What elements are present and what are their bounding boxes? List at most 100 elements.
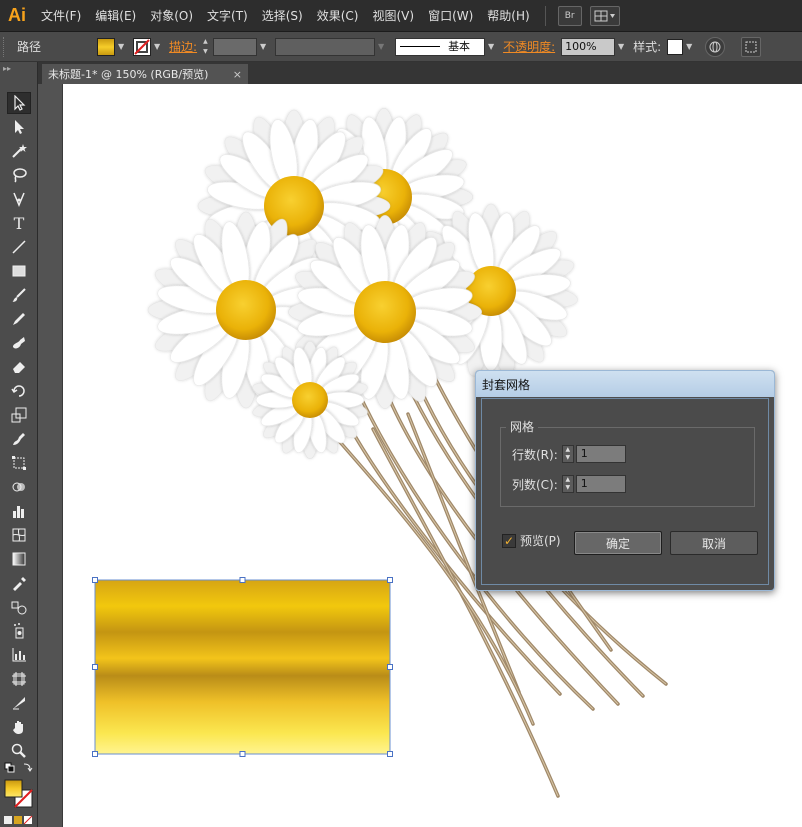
default-colors-icon[interactable] [4, 762, 34, 774]
pen-tool-icon[interactable] [7, 188, 31, 210]
flower-center [354, 281, 416, 343]
app-logo: Ai [8, 5, 26, 25]
rows-row: 行数(R): ▲ ▼ 1 [512, 445, 626, 463]
stroke-weight-dropdown-arrow[interactable]: ▼ [257, 38, 269, 56]
cancel-button[interactable]: 取消 [670, 531, 758, 555]
blend-tool-icon[interactable] [7, 596, 31, 618]
illustrator-window: Ai 文件(F) 编辑(E) 对象(O) 文字(T) 选择(S) 效果(C) 视… [0, 0, 802, 827]
rectangle-tool-icon[interactable] [7, 260, 31, 282]
zoom-tool-icon[interactable] [7, 740, 31, 762]
brush-dropdown-arrow[interactable]: ▼ [485, 38, 497, 56]
menu-effect[interactable]: 效果(C) [310, 0, 366, 32]
preview-row[interactable]: ✓ 预览(P) [502, 532, 561, 549]
envelope-mesh-dialog: 封套网格 网格 行数(R): ▲ ▼ 1 列数(C): ▲ ▼ 1 ✓ 预览(P) … [475, 370, 775, 591]
menu-bar: Ai 文件(F) 编辑(E) 对象(O) 文字(T) 选择(S) 效果(C) 视… [0, 0, 802, 32]
tools-panel: ▸▸ T [0, 62, 38, 827]
cols-row: 列数(C): ▲ ▼ 1 [512, 475, 626, 493]
selection-tool-icon[interactable] [7, 92, 31, 114]
color-mode-buttons[interactable] [3, 814, 35, 825]
bridge-button[interactable]: Br [557, 5, 582, 26]
rows-label: 行数(R): [512, 447, 558, 462]
fill-dropdown-arrow[interactable]: ▼ [115, 38, 127, 56]
scale-tool-icon[interactable] [7, 404, 31, 426]
flower-center [292, 382, 328, 418]
menu-select[interactable]: 选择(S) [255, 0, 310, 32]
menu-help[interactable]: 帮助(H) [480, 0, 536, 32]
control-bar: 路径 ▼ ▼ 描边: ▲ ▼ ▼ ▼ 基本 ▼ 不透明度: 100% ▼ 样式: … [0, 32, 802, 62]
opacity-dropdown-arrow[interactable]: ▼ [615, 38, 627, 56]
mesh-group-label: 网格 [506, 418, 539, 435]
artboard-tool-icon[interactable] [7, 668, 31, 690]
document-tab-title: 未标题-1* @ 150% (RGB/预览) [48, 68, 209, 81]
brush-definition[interactable]: 基本 [395, 37, 486, 56]
fill-color-swatch[interactable] [97, 37, 116, 56]
graph-tool-icon[interactable] [7, 644, 31, 666]
line-tool-icon[interactable] [7, 236, 31, 258]
menu-view[interactable]: 视图(V) [365, 0, 421, 32]
arrange-documents-icon [594, 10, 615, 21]
rotate-tool-icon[interactable] [7, 380, 31, 402]
stroke-dropdown-arrow[interactable]: ▼ [151, 38, 163, 56]
pencil-tool-icon[interactable] [7, 308, 31, 330]
eyedropper-tool-icon[interactable] [7, 572, 31, 594]
cols-input[interactable]: 1 [575, 475, 626, 493]
lasso-tool-icon[interactable] [7, 164, 31, 186]
stroke-label[interactable]: 描边: [169, 38, 197, 55]
variable-width-profile[interactable] [275, 37, 376, 56]
column-graph-tool-icon[interactable] [7, 500, 31, 522]
direct-selection-tool-icon[interactable] [7, 116, 31, 138]
dialog-body: 网格 行数(R): ▲ ▼ 1 列数(C): ▲ ▼ 1 ✓ 预览(P) 确定 取消 [481, 398, 769, 585]
no-stroke-icon [134, 38, 150, 55]
slice-tool-icon[interactable] [7, 692, 31, 714]
menu-window[interactable]: 窗口(W) [421, 0, 480, 32]
gradient-rectangle[interactable] [92, 577, 393, 757]
variable-width-dropdown-arrow[interactable]: ▼ [375, 38, 387, 56]
warp-tool-icon[interactable] [7, 428, 31, 450]
menu-file[interactable]: 文件(F) [34, 0, 88, 32]
dialog-title[interactable]: 封套网格 [476, 371, 774, 397]
collapse-panel-icon[interactable]: ▸▸ [3, 64, 11, 73]
opacity-label[interactable]: 不透明度: [503, 38, 555, 55]
document-tab[interactable]: 未标题-1* @ 150% (RGB/预览) × [42, 64, 248, 84]
paintbrush-tool-icon[interactable] [7, 284, 31, 306]
cols-stepper[interactable]: ▲ ▼ [561, 475, 574, 493]
stroke-weight-stepper[interactable]: ▲ ▼ [203, 38, 213, 56]
eraser-tool-icon[interactable] [7, 356, 31, 378]
menu-object[interactable]: 对象(O) [143, 0, 200, 32]
arrange-documents-button[interactable] [589, 5, 620, 26]
ok-button[interactable]: 确定 [574, 531, 662, 555]
document-setup-button[interactable] [705, 36, 726, 57]
globe-icon [709, 41, 721, 52]
menu-separator [544, 5, 546, 26]
mesh-tool-icon[interactable] [7, 524, 31, 546]
menu-type[interactable]: 文字(T) [200, 0, 255, 32]
style-dropdown-arrow[interactable]: ▼ [683, 38, 695, 56]
stroke-line-preview [400, 46, 441, 47]
stroke-color-swatch[interactable] [133, 37, 152, 56]
hand-tool-icon[interactable] [7, 716, 31, 738]
fill-stroke-indicator[interactable] [3, 778, 35, 810]
selection-type-label: 路径 [17, 40, 42, 54]
free-transform-tool-icon[interactable] [7, 452, 31, 474]
preview-label[interactable]: 预览(P) [520, 532, 561, 549]
stroke-weight-field[interactable] [213, 37, 258, 56]
close-tab-icon[interactable]: × [233, 68, 242, 81]
type-tool-icon[interactable]: T [7, 212, 31, 234]
document-tab-bar: 未标题-1* @ 150% (RGB/预览) × [38, 62, 802, 84]
menu-edit[interactable]: 编辑(E) [88, 0, 143, 32]
blob-brush-tool-icon[interactable] [7, 332, 31, 354]
rows-stepper[interactable]: ▲ ▼ [561, 445, 574, 463]
transform-button[interactable] [741, 36, 762, 57]
rows-input[interactable]: 1 [575, 445, 626, 463]
flower-center [216, 280, 276, 340]
opacity-field[interactable]: 100% [561, 37, 616, 56]
graphic-style-swatch[interactable] [667, 38, 684, 55]
gradient-tool-icon[interactable] [7, 548, 31, 570]
transform-icon [745, 41, 757, 52]
symbol-sprayer-tool-icon[interactable] [7, 620, 31, 642]
stroke-style-label: 基本 [448, 39, 471, 53]
shape-builder-tool-icon[interactable] [7, 476, 31, 498]
control-bar-grip[interactable] [3, 36, 11, 57]
preview-checkbox[interactable]: ✓ [502, 533, 516, 548]
magic-wand-tool-icon[interactable] [7, 140, 31, 162]
